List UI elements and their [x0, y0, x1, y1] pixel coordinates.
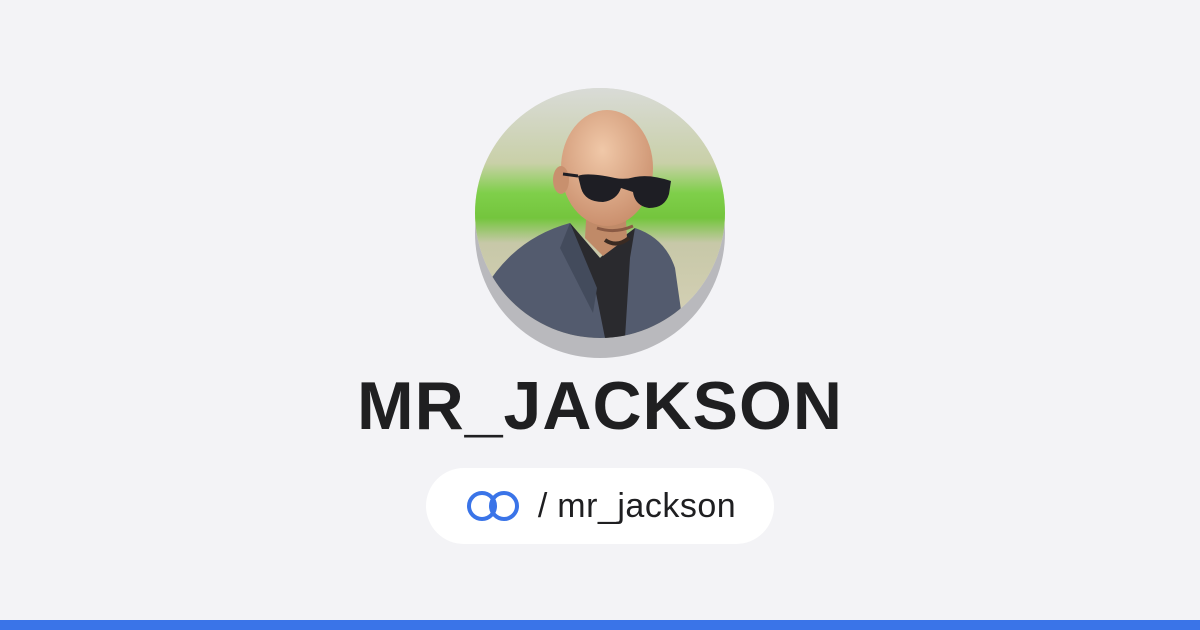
brand-accent-bar: [0, 620, 1200, 630]
handle-separator: /: [537, 486, 548, 525]
avatar-container: [475, 88, 725, 358]
profile-handle: mr_jackson: [557, 486, 737, 525]
profile-card: MR_JACKSON / mr_jackson: [0, 0, 1200, 630]
avatar: [475, 88, 725, 338]
avatar-photo: [475, 88, 725, 338]
linked-rings-icon: [466, 491, 519, 521]
profile-handle-link[interactable]: / mr_jackson: [426, 468, 774, 544]
profile-display-name: MR_JACKSON: [356, 368, 844, 444]
